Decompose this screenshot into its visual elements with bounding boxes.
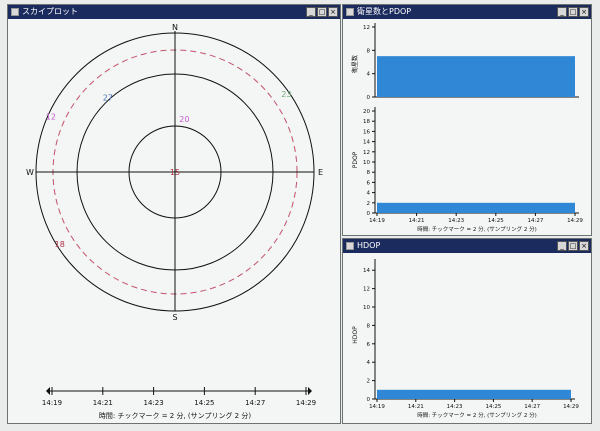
time-tick-label: 14:21	[93, 399, 113, 407]
close-button[interactable]: ×	[328, 7, 338, 17]
x-tick-label: 14:23	[447, 404, 463, 410]
hdop-level-bar	[377, 389, 571, 399]
y-tick-label: 0	[367, 397, 371, 403]
y-tick-label: 4	[367, 360, 371, 366]
window-app-icon	[346, 242, 354, 250]
minimize-button[interactable]: _	[557, 7, 567, 17]
maximize-button[interactable]: □	[568, 7, 578, 17]
hdop-canvas: HDOP 14121086420 14:19 14:21 14:23 14:25 14:…	[352, 259, 579, 419]
x-tick-label: 14:21	[409, 218, 425, 224]
y-tick-label: 2	[367, 379, 371, 385]
hdop-caption: 時間: チックマーク = 2 分, (サンプリング 2 分)	[417, 411, 537, 419]
time-axis-left-arrow	[46, 387, 50, 395]
y-tick-label: 10	[363, 160, 370, 166]
satellite-label-20: 20	[179, 115, 189, 124]
close-button[interactable]: ×	[579, 7, 589, 17]
y-tick-label: 8	[367, 170, 371, 176]
window-app-icon	[11, 8, 19, 16]
y-tick-label: 14	[363, 268, 370, 274]
y-tick-label: 6	[367, 180, 371, 186]
hdop-window: HDOP _ □ × HDOP 14 12 10 8 6 4 2 0 14:19 14:21 14…	[342, 238, 592, 424]
time-axis-caption: 時間: チックマーク = 2 分, (サンプリング 2 分)	[99, 411, 251, 420]
pdop-ylabel: PDOP	[352, 151, 359, 168]
y-tick-label: 4	[367, 72, 371, 78]
satcount-pdop-title: 衛星数とPDOP	[357, 7, 412, 16]
x-tick-label: 14:27	[524, 404, 540, 410]
hdop-title: HDOP	[357, 241, 381, 250]
compass-south: S	[172, 313, 177, 322]
time-tick-label: 14:23	[144, 399, 164, 407]
time-tick-label: 14:27	[245, 399, 265, 407]
time-axis-ticks: 14:19 14:21 14:23 14:25 14:27 14:29	[42, 387, 316, 407]
pdop-y-ticks: 20181614121086420	[363, 109, 375, 217]
maximize-button[interactable]: □	[568, 241, 578, 251]
time-tick-label: 14:19	[42, 399, 62, 407]
skyplot-window: スカイプロット _ □ × N S E W 15 20 23 27 12 18 14:19…	[7, 4, 341, 424]
satellite-label-27: 27	[103, 93, 113, 102]
satcount-pdop-window: 衛星数とPDOP _ □ × 衛星数 12 8 4 0 PDOP 20 18 16 14 12…	[342, 4, 592, 236]
y-tick-label: 0	[367, 211, 371, 217]
skyplot-title: スカイプロット	[22, 7, 78, 16]
y-tick-label: 8	[367, 323, 371, 329]
y-tick-label: 2	[367, 201, 371, 207]
satellite-group: 15 20 23 27 12 18	[46, 90, 292, 249]
time-axis-right-arrow	[308, 387, 312, 395]
x-tick-label: 14:19	[369, 404, 385, 410]
x-tick-label: 14:27	[527, 218, 543, 224]
satcount-pdop-canvas: 衛星数 12840 PDOP 20181614121086420 14:19 14…	[351, 23, 583, 233]
x-tick-label: 14:25	[488, 218, 504, 224]
hdop-titlebar[interactable]: HDOP _ □ ×	[343, 239, 591, 253]
y-tick-label: 4	[367, 191, 371, 197]
x-tick-label: 14:21	[408, 404, 424, 410]
satcount-pdop-caption: 時間: チックマーク = 2 分, (サンプリング 2 分)	[417, 225, 537, 233]
y-tick-label: 6	[367, 342, 371, 348]
y-tick-label: 16	[363, 129, 370, 135]
x-tick-label: 14:25	[485, 404, 501, 410]
y-tick-label: 12	[363, 25, 370, 31]
x-tick-label: 14:19	[369, 218, 385, 224]
satcount-y-ticks: 12 8 4 0	[363, 25, 375, 101]
close-button[interactable]: ×	[579, 241, 589, 251]
y-tick-label: 12	[363, 150, 370, 156]
skyplot-titlebar[interactable]: スカイプロット _ □ ×	[8, 5, 340, 19]
satcount-ylabel: 衛星数	[351, 55, 359, 73]
compass-north: N	[172, 23, 178, 32]
y-tick-label: 18	[363, 119, 370, 125]
x-tick-label: 14:23	[448, 218, 464, 224]
window-app-icon	[346, 8, 354, 16]
maximize-button[interactable]: □	[317, 7, 327, 17]
y-tick-label: 12	[363, 287, 370, 293]
hdop-x-ticks: 14:19 14:21 14:23 14:25 14:27 14:29	[369, 399, 579, 410]
y-tick-label: 10	[363, 305, 370, 311]
x-tick-label: 14:29	[567, 218, 583, 224]
satellite-label-12: 12	[46, 113, 56, 122]
satcount-pdop-titlebar[interactable]: 衛星数とPDOP _ □ ×	[343, 5, 591, 19]
satcount-level-bar	[377, 56, 575, 97]
pdop-level-bar	[377, 202, 575, 213]
satellite-label-18: 18	[55, 240, 65, 249]
time-tick-label: 14:25	[194, 399, 214, 407]
x-tick-label: 14:29	[563, 404, 579, 410]
hdop-y-ticks: 14 12 10 8 6 4 2 0	[363, 268, 375, 403]
satellite-label-23: 23	[281, 90, 291, 99]
y-tick-label: 8	[367, 48, 371, 54]
compass-west: W	[26, 168, 34, 177]
skyplot-canvas: N S E W 15 20 23 27 12 18 14:19 14:21 14:23 14:2…	[26, 23, 323, 420]
y-tick-label: 20	[363, 109, 370, 115]
satellite-label-15: 15	[170, 168, 180, 177]
y-tick-label: 14	[363, 140, 370, 146]
time-tick-label: 14:29	[296, 399, 316, 407]
pdop-x-ticks: 14:19 14:21 14:23 14:25 14:27 14:29	[369, 213, 583, 224]
hdop-ylabel: HDOP	[352, 326, 359, 344]
compass-east: E	[318, 168, 323, 177]
minimize-button[interactable]: _	[306, 7, 316, 17]
minimize-button[interactable]: _	[557, 241, 567, 251]
y-tick-label: 0	[367, 95, 371, 101]
